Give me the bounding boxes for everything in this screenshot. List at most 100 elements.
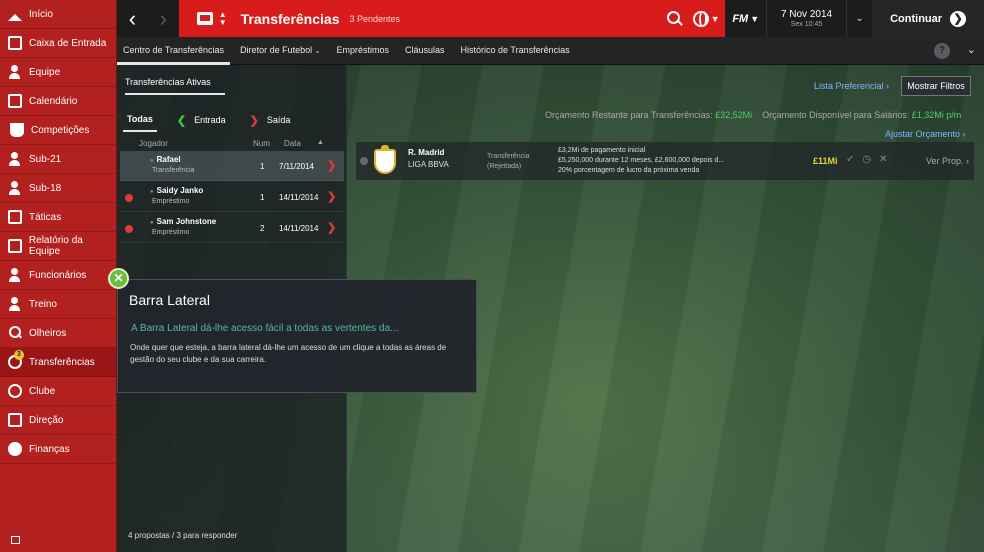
search-icon[interactable] bbox=[666, 10, 683, 27]
tooltip-body: Onde quer que esteja, a barra lateral dá… bbox=[130, 343, 447, 364]
filter-saida[interactable]: ❯ Saída bbox=[246, 108, 295, 132]
column-header-data[interactable]: Data bbox=[284, 139, 301, 148]
sidebar-item-competicoes[interactable]: Competições bbox=[0, 116, 116, 145]
search-icon bbox=[8, 326, 22, 340]
sidebar-item-caixa-de-entrada[interactable]: Caixa de Entrada bbox=[0, 29, 116, 58]
inbox-icon bbox=[8, 36, 22, 50]
sidebar-item-equipe[interactable]: Equipe bbox=[0, 58, 116, 87]
tab-diretor-de-futebol[interactable]: Diretor de Futebol ⌄ bbox=[234, 37, 326, 65]
sidebar-item-sub-21[interactable]: Sub-21 bbox=[0, 145, 116, 174]
adjust-budget-link[interactable]: Ajustar Orçamento › bbox=[885, 129, 966, 139]
accept-icon[interactable]: ✓ bbox=[846, 154, 854, 165]
back-button[interactable]: ‹ bbox=[117, 0, 148, 37]
table-row[interactable]: Sam Johnstone Empréstimo 2 14/11/2014 ❯ bbox=[120, 213, 344, 243]
show-filters-button[interactable]: Mostrar Filtros bbox=[901, 76, 971, 96]
transfer-date: 7/11/2014 bbox=[279, 162, 314, 171]
table-row[interactable]: Saidy Janko Empréstimo 1 14/11/2014 ❯ bbox=[120, 182, 344, 212]
finance-icon bbox=[8, 442, 22, 456]
filter-entrada[interactable]: ❮ Entrada bbox=[173, 108, 230, 132]
player-name: Saidy Janko bbox=[150, 186, 204, 195]
sidebar-item-relatorio-da-equipe[interactable]: Relatório da Equipe bbox=[0, 232, 116, 261]
sidebar-item-label: Finanças bbox=[29, 443, 70, 455]
offer-status: Transferência (Rejeitada) bbox=[487, 152, 530, 172]
transfer-budget-label: Orçamento Restante para Transferências: bbox=[545, 110, 713, 120]
top-bar: ‹ › ▲ ▼ Transferências 3 Pendentes ▼ FM ▼ … bbox=[117, 0, 984, 37]
offer-row[interactable]: R. Madrid LIGA BBVA Transferência (Rejei… bbox=[356, 142, 974, 180]
table-header: Jogador Num Data ▲ bbox=[120, 137, 344, 151]
sidebar-item-financas[interactable]: Finanças bbox=[0, 435, 116, 464]
sidebar-item-label: Treino bbox=[29, 298, 57, 310]
fm-menu[interactable]: FM ▼ bbox=[725, 0, 766, 37]
negotiate-icon[interactable]: ◷ bbox=[862, 154, 871, 165]
tab-label: Diretor de Futebol bbox=[240, 44, 313, 55]
pending-count: 3 Pendentes bbox=[349, 13, 401, 24]
tooltip-title: Barra Lateral bbox=[129, 292, 210, 308]
sidebar-item-label: Olheiros bbox=[29, 327, 67, 339]
offer-club: R. Madrid bbox=[408, 148, 445, 157]
globe-menu[interactable]: ▼ bbox=[692, 10, 719, 27]
chevron-down-icon: ▼ bbox=[750, 13, 760, 24]
close-icon[interactable]: ✕ bbox=[108, 268, 129, 289]
continue-button[interactable]: Continuar ❯ bbox=[872, 0, 984, 37]
help-icon[interactable]: ? bbox=[934, 43, 950, 59]
tab-centro-de-transferencias[interactable]: Centro de Transferências bbox=[117, 37, 231, 65]
sidebar-item-treino[interactable]: Treino bbox=[0, 290, 116, 319]
sidebar-item-funcionarios[interactable]: Funcionários bbox=[0, 261, 116, 290]
sidebar-item-calendario[interactable]: Calendário bbox=[0, 87, 116, 116]
collapse-sidebar-icon[interactable] bbox=[11, 536, 20, 544]
club-crest-icon bbox=[374, 145, 396, 174]
transfer-date: 14/11/2014 bbox=[279, 224, 319, 233]
sidebar-tooltip: Barra Lateral A Barra Lateral dá-lhe ace… bbox=[117, 279, 477, 393]
team-icon bbox=[8, 181, 22, 195]
sidebar-item-sub-18[interactable]: Sub-18 bbox=[0, 174, 116, 203]
status-type: Transferência bbox=[487, 153, 530, 160]
date-display: 7 Nov 2014 Sex 10:45 bbox=[765, 0, 848, 37]
sidebar-item-clube[interactable]: Clube bbox=[0, 377, 116, 406]
sidebar-item-label: Sub-18 bbox=[29, 182, 62, 194]
sidebar: Início Caixa de Entrada Equipe Calendári… bbox=[0, 0, 117, 552]
calendar-dropdown[interactable]: ⌄ bbox=[847, 0, 872, 37]
sidebar-item-transferencias[interactable]: 3 Transferências bbox=[0, 348, 116, 377]
preferred-list-link[interactable]: Lista Preferencial › bbox=[814, 81, 889, 91]
status-dot-icon bbox=[125, 194, 133, 202]
sidebar-item-label: Transferências bbox=[29, 356, 95, 368]
club-switcher-icon[interactable]: ▲ ▼ bbox=[219, 10, 227, 27]
sidebar-item-label: Início bbox=[29, 8, 53, 20]
offer-count: 1 bbox=[260, 193, 265, 202]
offers-summary: 4 propostas / 3 para responder bbox=[128, 531, 238, 540]
sidebar-item-label: Caixa de Entrada bbox=[29, 37, 107, 49]
board-icon bbox=[8, 413, 22, 427]
sidebar-item-label: Clube bbox=[29, 385, 56, 397]
table-row[interactable]: Rafael Transferência 1 7/11/2014 ❯ bbox=[120, 151, 344, 181]
player-name: Sam Johnstone bbox=[150, 217, 217, 226]
tab-historico-de-transferencias[interactable]: Histórico de Transferências bbox=[455, 37, 576, 65]
report-icon bbox=[8, 239, 22, 253]
chevron-down-icon[interactable]: ⌄ bbox=[967, 43, 976, 56]
arrow-right-icon[interactable]: ❯ bbox=[327, 190, 336, 203]
sidebar-item-direcao[interactable]: Direção bbox=[0, 406, 116, 435]
column-header-num[interactable]: Num bbox=[253, 139, 270, 148]
sidebar-item-taticas[interactable]: Táticas bbox=[0, 203, 116, 232]
column-header-jogador[interactable]: Jogador bbox=[139, 139, 168, 148]
arrow-right-icon[interactable]: ❯ bbox=[327, 221, 336, 234]
club-badge-icon[interactable] bbox=[196, 12, 213, 25]
sort-up-icon: ▲ bbox=[317, 139, 324, 146]
sidebar-item-olheiros[interactable]: Olheiros bbox=[0, 319, 116, 348]
sidebar-item-inicio[interactable]: Início bbox=[0, 0, 116, 29]
transfer-type: Empréstimo bbox=[152, 198, 190, 205]
link-label: Ver Prop. bbox=[926, 156, 964, 166]
filter-label: Saída bbox=[266, 115, 291, 125]
filter-todas[interactable]: Todas bbox=[123, 108, 157, 132]
sidebar-item-label: Sub-21 bbox=[29, 153, 62, 165]
sidebar-item-label: Calendário bbox=[29, 95, 78, 107]
tab-emprestimos[interactable]: Empréstimos bbox=[331, 37, 396, 65]
tab-clausulas[interactable]: Cláusulas bbox=[399, 37, 451, 65]
filter-label: Todas bbox=[127, 114, 153, 124]
reject-icon[interactable]: ✕ bbox=[879, 154, 887, 165]
forward-button[interactable]: › bbox=[148, 0, 179, 37]
view-offer-link[interactable]: Ver Prop. › bbox=[926, 156, 969, 166]
arrow-right-icon[interactable]: ❯ bbox=[327, 159, 336, 172]
transfer-type: Transferência bbox=[152, 167, 195, 174]
tab-transferencias-ativas[interactable]: Transferências Ativas bbox=[125, 77, 225, 95]
sidebar-item-label: Relatório da Equipe bbox=[28, 235, 83, 257]
